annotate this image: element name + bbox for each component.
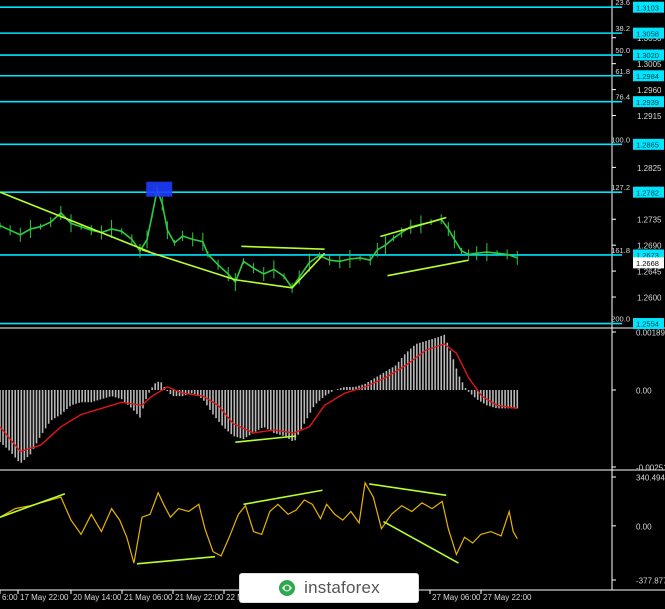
price-tick-label: 1.2600 [637,294,662,303]
cci-tick-label: -377.8770 [636,577,665,586]
fib-level-price: 1.3058 [636,29,659,38]
fib-level-price: 1.2554 [636,320,659,329]
chart-area: 1.30501.30051.29601.29151.28251.27351.26… [0,0,665,602]
time-tick-label: 17 May 22:00 [20,593,69,602]
fib-level-price: 1.2939 [636,98,659,107]
fib-level-ratio: 50.0 [615,46,630,55]
time-tick-label: 21 May 06:00 [124,593,173,602]
time-tick-label: 27 May 06:00 [432,593,481,602]
time-tick-label: 21 May 22:00 [175,593,224,602]
fib-level-ratio: 23.6 [615,0,630,7]
cci-trendline [136,555,216,565]
fib-level-ratio: 100.0 [611,135,630,144]
price-tick-label: 1.2915 [637,112,662,121]
price-tick-label: 1.3005 [637,60,662,69]
macd-tick-label: 0.00189 [636,329,665,338]
fib-level-price: 1.3103 [636,3,659,12]
time-tick-label: 6:00 [2,593,18,602]
blue-marker [146,181,173,197]
cci-trendline [243,489,323,506]
price-tick-label: 1.2645 [637,268,662,277]
price-tick-label: 1.2735 [637,216,662,225]
fib-level-price: 1.2782 [636,188,659,197]
price-pane: 1.30501.30051.29601.29151.28251.27351.26… [0,0,665,330]
price-tick-label: 1.2690 [637,242,662,251]
fib-level-price: 1.3020 [636,51,659,60]
time-tick-label: 20 May 14:00 [73,593,122,602]
price-tick-label: 1.2825 [637,164,662,173]
macd-pane: 0.00189 0.00 -0.00251 [0,328,665,473]
fib-level-ratio: 161.8 [611,246,630,255]
cci-tick-label: 340.4944 [636,474,665,483]
time-tick-label: 27 May 22:00 [483,593,532,602]
fib-level-price: 1.2865 [636,141,659,150]
price-pane-bg [0,0,665,328]
instaforex-swirl-icon [279,580,296,596]
cci-trendline [383,520,459,564]
watermark-brand: instaforex [304,578,380,597]
cci-trendline [0,492,66,518]
macd-tick-label: -0.00251 [636,464,665,473]
price-tick-label: 1.2960 [637,86,662,95]
fib-level-ratio: 38.2 [615,24,630,33]
fib-level-ratio: 76.4 [615,93,630,102]
fib-level-ratio: 127.2 [611,183,630,192]
fib-level-ratio: 200.0 [611,315,630,324]
current-price-label: 1.2668 [636,259,659,268]
trading-terminal: 1.3050 1.3005 1.2960 1.2915 1.2825 1.2735 1.26… [0,0,665,604]
cci-tick-label: 0.00 [636,522,652,531]
macd-tick-label: 0.00 [636,386,652,395]
cci-trendline [369,483,447,497]
fib-level-price: 1.2984 [636,72,659,81]
instaforex-watermark: instaforex [240,574,418,602]
cci-pane: 340.4944 0.00 -377.8770 [0,470,665,591]
fib-level-ratio: 61.8 [615,67,630,76]
macd-trendline [235,435,297,443]
